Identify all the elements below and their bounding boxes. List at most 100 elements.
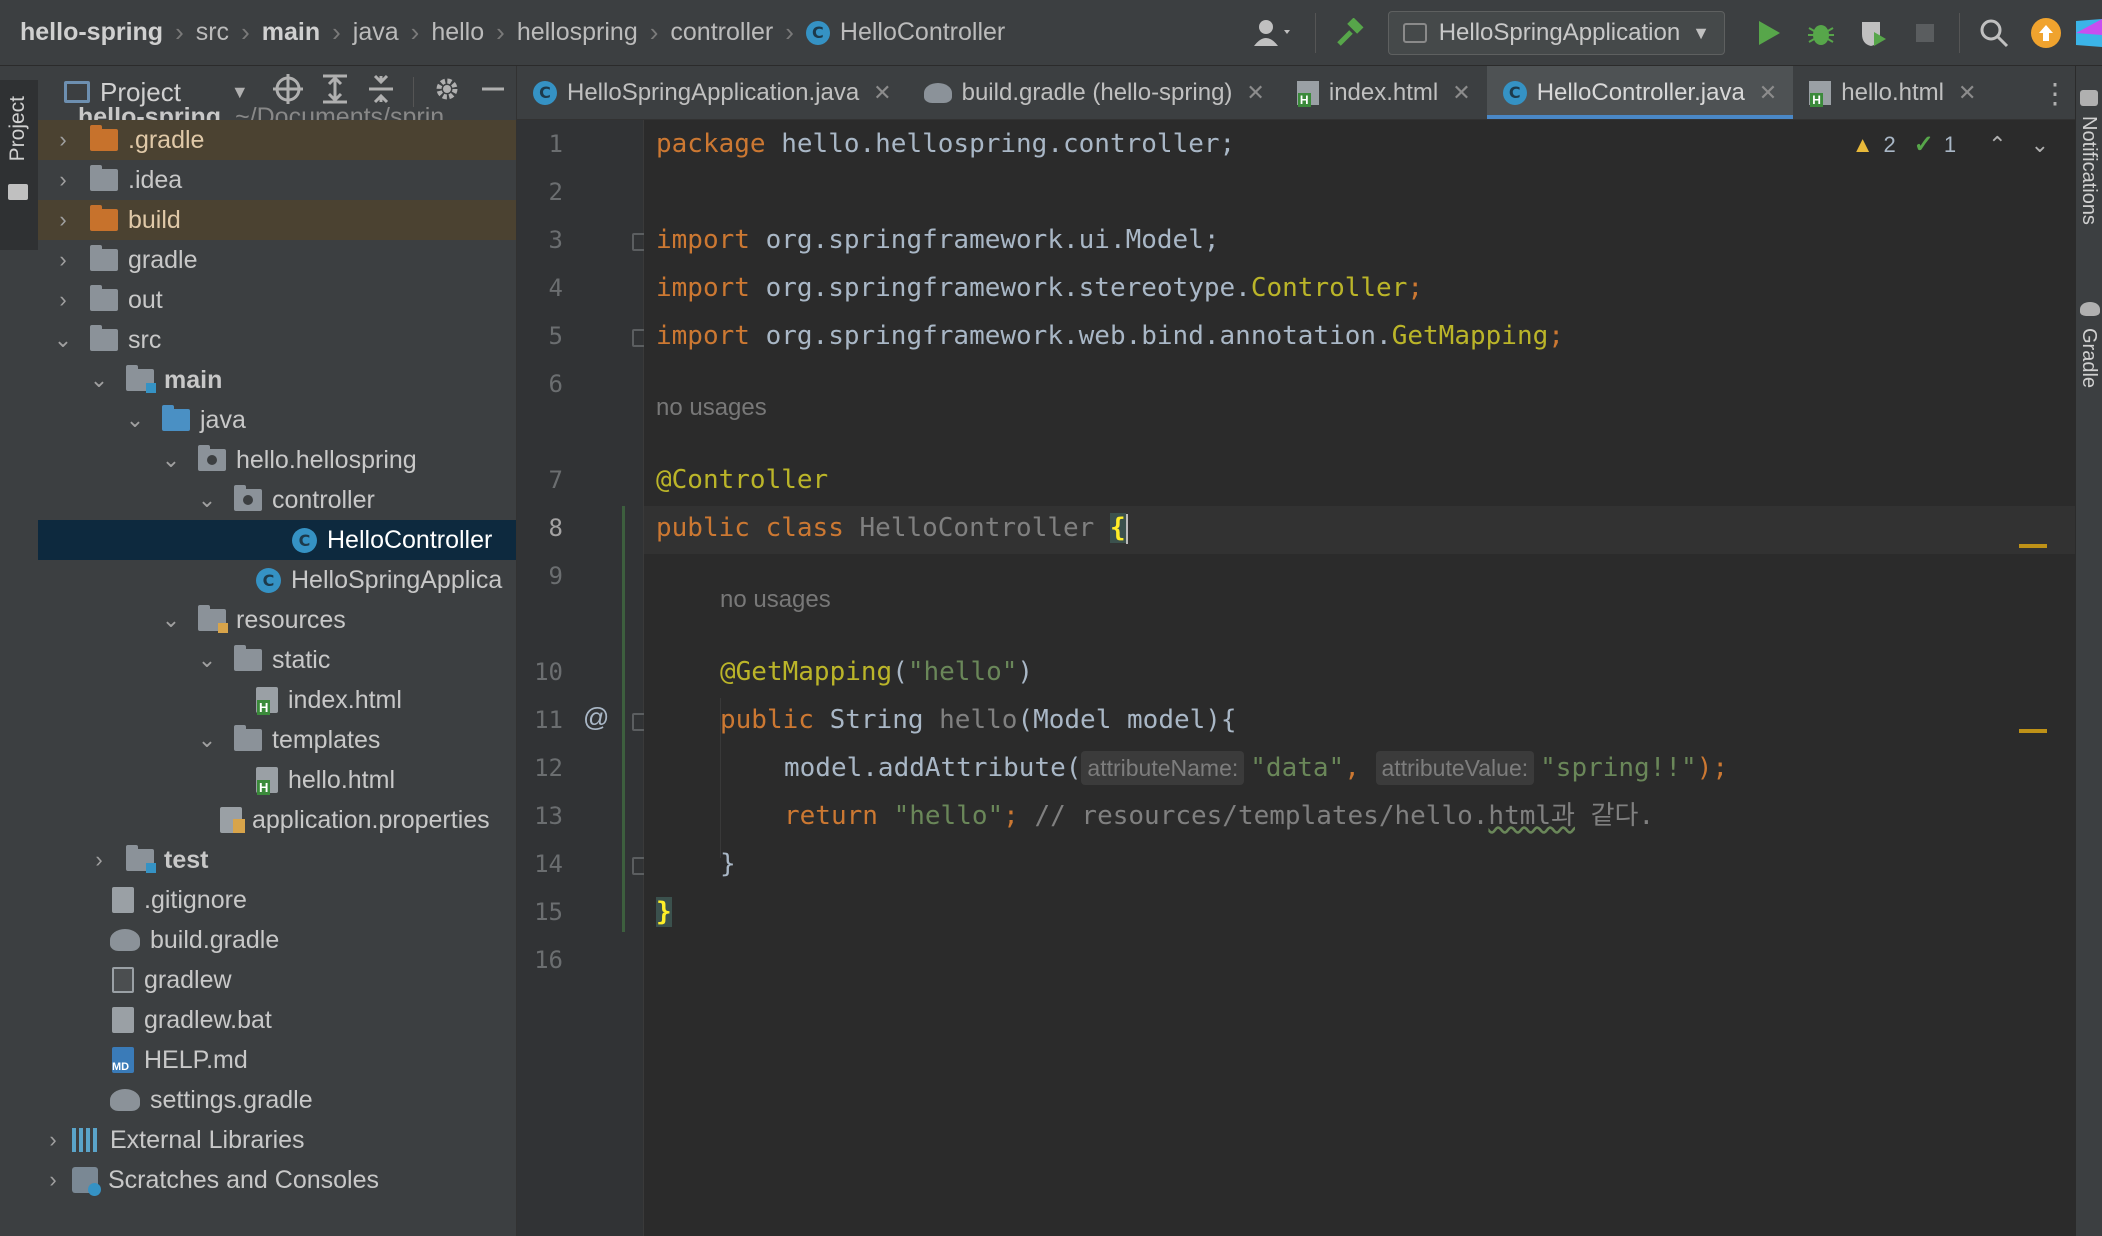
close-icon[interactable]: ✕ xyxy=(1452,80,1470,106)
line-number: 3 xyxy=(548,226,563,254)
annotation-token: @GetMapping xyxy=(720,657,893,687)
tree-row-static[interactable]: ⌄ static xyxy=(38,640,516,680)
collapse-all-icon[interactable] xyxy=(367,74,395,111)
vcs-change-marker[interactable] xyxy=(622,506,625,932)
chevron-down-icon[interactable]: ⌄ xyxy=(156,607,186,633)
project-panel-title[interactable]: Project xyxy=(100,77,181,108)
chevron-right-icon[interactable]: › xyxy=(84,847,114,873)
notifications-tool-button[interactable]: Notifications xyxy=(2077,116,2100,225)
tree-row-external-libraries[interactable]: › External Libraries xyxy=(38,1120,516,1160)
debug-icon[interactable] xyxy=(1795,7,1847,59)
breadcrumb-item[interactable]: hello xyxy=(431,18,484,47)
tree-row-java[interactable]: ⌄ java xyxy=(38,400,516,440)
breadcrumb-item[interactable]: src xyxy=(196,18,229,47)
gradle-tool-button[interactable]: Gradle xyxy=(2077,328,2100,388)
gear-icon[interactable] xyxy=(432,74,462,111)
chevron-right-icon[interactable]: › xyxy=(48,127,78,153)
project-tool-window-button[interactable]: Project xyxy=(0,80,38,250)
tree-row-root-partial[interactable]: hello-spring ~/Documents/sprin xyxy=(38,106,516,120)
tree-row-index-html[interactable]: index.html xyxy=(38,680,516,720)
breadcrumb-item[interactable]: java xyxy=(353,18,399,47)
chevron-down-icon[interactable]: ⌄ xyxy=(120,407,150,433)
warning-stripe-marker[interactable] xyxy=(2019,544,2047,548)
tree-row-hellospringapplication[interactable]: C HelloSpringApplica xyxy=(38,560,516,600)
chevron-right-icon[interactable]: › xyxy=(48,167,78,193)
previous-highlight-icon[interactable]: ⌃ xyxy=(1988,132,2006,158)
code-token: (Model model){ xyxy=(1017,705,1237,735)
breadcrumb-item[interactable]: HelloController xyxy=(840,18,1005,47)
tab-build-gradle[interactable]: build.gradle (hello-spring) ✕ xyxy=(908,66,1281,119)
chevron-down-icon[interactable]: ⌄ xyxy=(192,647,222,673)
method-name-token: hello xyxy=(939,705,1018,735)
tree-row-application-properties[interactable]: application.properties xyxy=(38,800,516,840)
code-token: , xyxy=(1344,753,1360,783)
tree-row-gradle-dir[interactable]: › .gradle xyxy=(38,120,516,160)
usage-hint[interactable]: no usages xyxy=(656,384,767,432)
endpoint-mapping-icon[interactable]: @ xyxy=(583,702,609,733)
line-number: 4 xyxy=(548,274,563,302)
usage-hint[interactable]: no usages xyxy=(720,576,831,624)
tree-row-build-gradle[interactable]: build.gradle xyxy=(38,920,516,960)
line-number: 8 xyxy=(548,514,563,542)
breadcrumb-item[interactable]: hello-spring xyxy=(20,18,163,47)
chevron-down-icon[interactable]: ▼ xyxy=(231,82,249,103)
close-icon[interactable]: ✕ xyxy=(873,80,891,106)
close-icon[interactable]: ✕ xyxy=(1759,80,1777,106)
account-icon[interactable] xyxy=(1241,7,1307,59)
tab-index-html[interactable]: index.html ✕ xyxy=(1281,66,1487,119)
tree-row-hello-html[interactable]: hello.html xyxy=(38,760,516,800)
code-editor[interactable]: ▲ 2 ✓ 1 ⌃ ⌄ package hello.hellospring.co… xyxy=(644,120,2075,1236)
chevron-down-icon[interactable]: ⌄ xyxy=(192,487,222,513)
tab-hellocontroller[interactable]: C HelloController.java ✕ xyxy=(1486,66,1794,119)
chevron-down-icon[interactable]: ⌄ xyxy=(192,727,222,753)
chevron-down-icon[interactable]: ⌄ xyxy=(84,367,114,393)
chevron-right-icon[interactable]: › xyxy=(48,207,78,233)
tab-hellospringapplication[interactable]: C HelloSpringApplication.java ✕ xyxy=(517,66,908,119)
tree-row-settings-gradle[interactable]: settings.gradle xyxy=(38,1080,516,1120)
tree-row-gitignore[interactable]: .gitignore xyxy=(38,880,516,920)
more-tabs-icon[interactable]: ⋮ xyxy=(2035,66,2075,120)
tab-hello-html[interactable]: hello.html ✕ xyxy=(1793,66,1992,119)
tree-row-hellocontroller[interactable]: C HelloController xyxy=(38,520,516,560)
coverage-icon[interactable] xyxy=(1847,7,1899,59)
tree-row-controller-pkg[interactable]: ⌄ controller xyxy=(38,480,516,520)
ide-logo-icon[interactable] xyxy=(2072,7,2102,59)
tree-row-gradlew-bat[interactable]: gradlew.bat xyxy=(38,1000,516,1040)
tree-row-src[interactable]: ⌄ src xyxy=(38,320,516,360)
chevron-down-icon[interactable]: ⌄ xyxy=(48,327,78,353)
tree-row-idea[interactable]: › .idea xyxy=(38,160,516,200)
tree-row-templates[interactable]: ⌄ templates xyxy=(38,720,516,760)
chevron-right-icon[interactable]: › xyxy=(38,1167,68,1193)
stop-icon[interactable] xyxy=(1899,7,1951,59)
tree-row-scratches[interactable]: › Scratches and Consoles xyxy=(38,1160,516,1200)
update-icon[interactable] xyxy=(2020,7,2072,59)
tree-row-help-md[interactable]: HELP.md xyxy=(38,1040,516,1080)
locate-file-icon[interactable] xyxy=(273,73,303,111)
chevron-right-icon[interactable]: › xyxy=(48,247,78,273)
breadcrumb-item[interactable]: main xyxy=(262,18,320,47)
warning-stripe-marker[interactable] xyxy=(2019,729,2047,733)
tree-row-package[interactable]: ⌄ hello.hellospring xyxy=(38,440,516,480)
run-configuration-select[interactable]: HelloSpringApplication ▼ xyxy=(1387,11,1725,55)
tree-row-gradle[interactable]: › gradle xyxy=(38,240,516,280)
hide-panel-icon[interactable] xyxy=(480,76,506,109)
chevron-right-icon[interactable]: › xyxy=(38,1127,68,1153)
tree-row-build[interactable]: › build xyxy=(38,200,516,240)
tree-row-out[interactable]: › out xyxy=(38,280,516,320)
close-icon[interactable]: ✕ xyxy=(1246,80,1264,106)
breadcrumb-item[interactable]: controller xyxy=(670,18,773,47)
inspection-widget[interactable]: ▲ 2 ✓ 1 ⌃ ⌄ xyxy=(1852,130,2049,159)
run-icon[interactable] xyxy=(1743,7,1795,59)
search-icon[interactable] xyxy=(1968,7,2020,59)
tree-row-resources[interactable]: ⌄ resources xyxy=(38,600,516,640)
chevron-down-icon[interactable]: ⌄ xyxy=(156,447,186,473)
build-hammer-icon[interactable] xyxy=(1324,7,1376,59)
next-highlight-icon[interactable]: ⌄ xyxy=(2031,132,2049,158)
expand-all-icon[interactable] xyxy=(321,74,349,111)
chevron-right-icon[interactable]: › xyxy=(48,287,78,313)
tree-row-main[interactable]: ⌄ main xyxy=(38,360,516,400)
tree-row-gradlew[interactable]: gradlew xyxy=(38,960,516,1000)
close-icon[interactable]: ✕ xyxy=(1958,80,1976,106)
tree-row-test[interactable]: › test xyxy=(38,840,516,880)
breadcrumb-item[interactable]: hellospring xyxy=(517,18,638,47)
